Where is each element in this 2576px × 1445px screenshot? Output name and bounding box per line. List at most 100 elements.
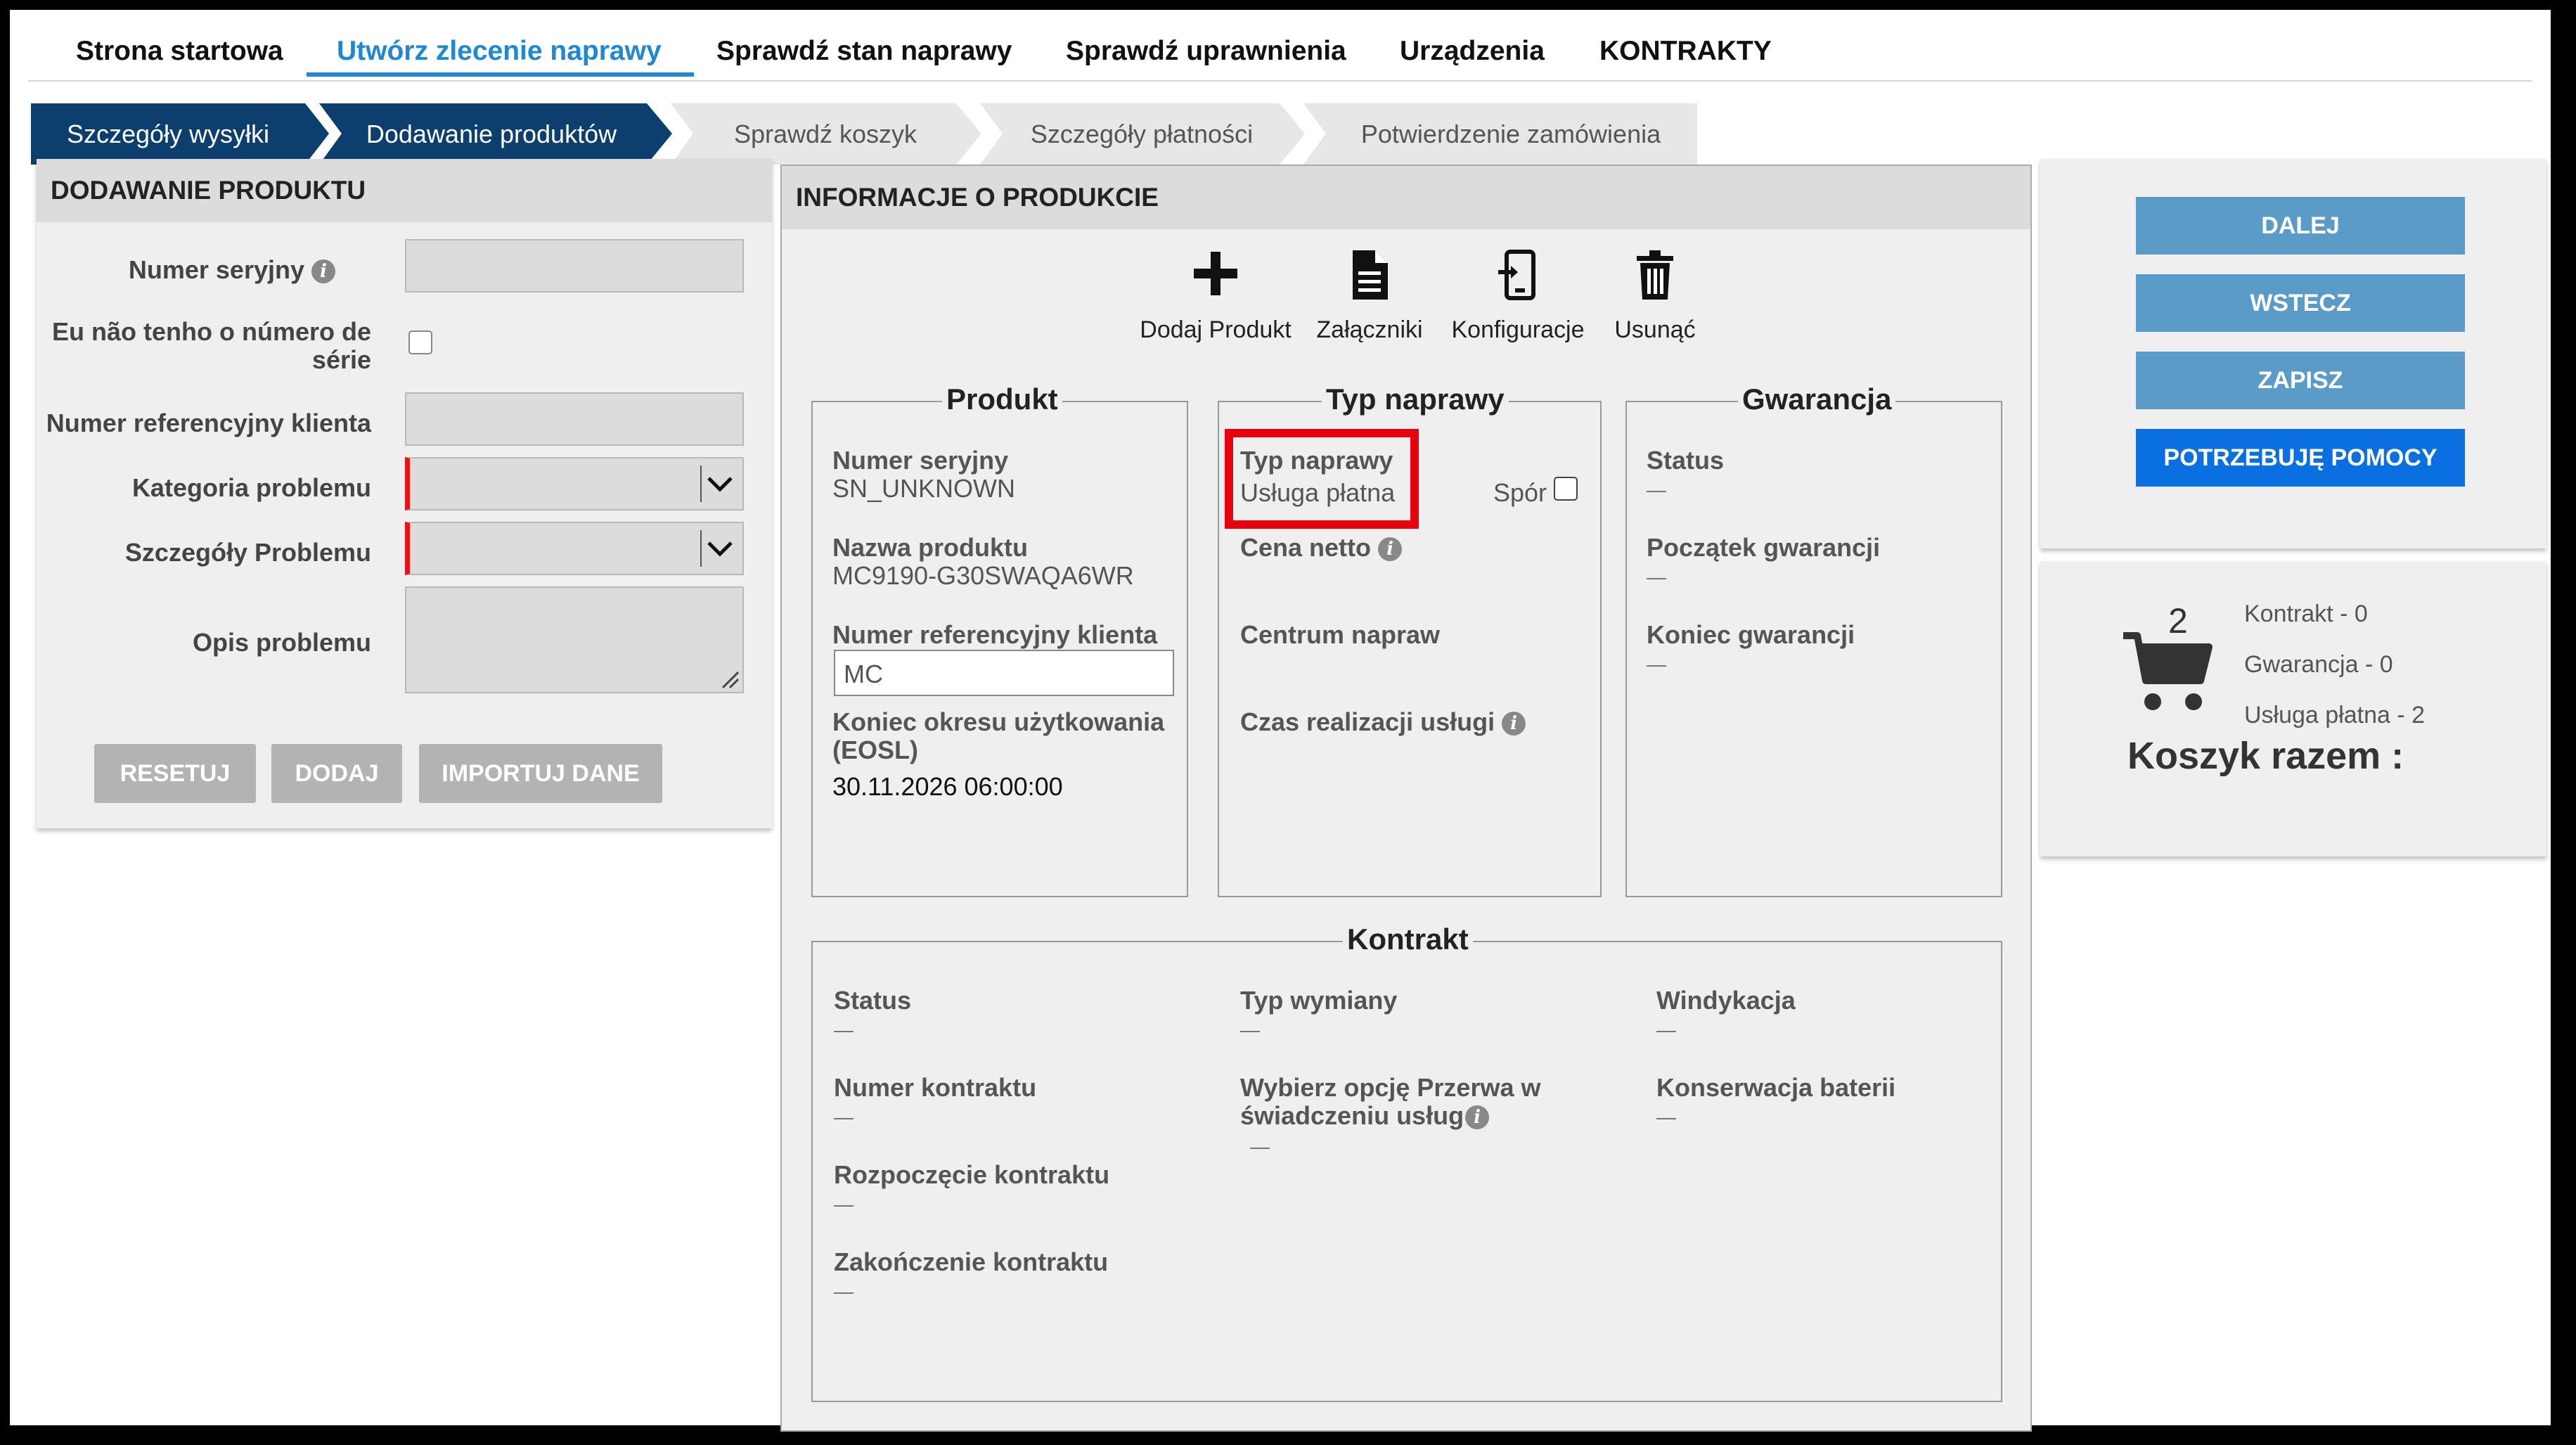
product-name-label: Nazwa produktu [832, 533, 1029, 562]
problem-description-label: Opis problemu [192, 628, 371, 657]
repair-type-box-legend: Typ naprawy [1322, 383, 1509, 416]
empty-value-dash [1656, 1118, 1676, 1119]
remove-tool-label: Usunąć [1614, 316, 1696, 343]
service-break-label-line2: świadczeniu usług i [1240, 1101, 1490, 1131]
product-info-title: INFORMACJE O PRODUKCIE [782, 166, 2030, 229]
empty-value-dash [1647, 578, 1666, 579]
repair-type-value: Usługa płatna [1240, 478, 1396, 507]
contract-status-label: Status [834, 986, 912, 1015]
cart-contract-count: Kontrakt - 0 [2244, 601, 2368, 627]
empty-value-dash [1250, 1148, 1270, 1149]
eosl-value: 30.11.2026 06:00:00 [832, 772, 1063, 801]
repair-center-label: Centrum napraw [1240, 620, 1441, 649]
net-price-label: Cena netto i [1240, 533, 1403, 563]
info-icon[interactable]: i [1502, 712, 1526, 736]
save-button[interactable]: ZAPISZ [2136, 352, 2465, 409]
document-icon [1353, 250, 1388, 300]
empty-value-dash [1656, 1031, 1676, 1032]
add-product-tool[interactable]: Dodaj Produkt [1128, 249, 1303, 344]
customer-ref-label: Numer referencyjny klienta [46, 409, 371, 437]
add-button[interactable]: DODAJ [271, 744, 402, 803]
dispute-label: Spór [1493, 478, 1547, 507]
product-serial-value: SN_UNKNOWN [832, 474, 1016, 503]
import-data-button[interactable]: IMPORTUJ DANE [419, 744, 662, 803]
empty-value-dash [1647, 665, 1666, 667]
product-ref-label: Numer referencyjny klienta [832, 620, 1158, 649]
product-serial-label: Numer seryjny [832, 446, 1009, 475]
empty-value-dash [834, 1292, 854, 1294]
eosl-label-line1: Koniec okresu użytkowania [832, 707, 1165, 736]
app-window: Strona startowa Utwórz zlecenie naprawy … [10, 10, 2551, 1432]
configurations-tool-label: Konfiguracje [1451, 316, 1585, 343]
cart-count: 2 [2168, 601, 2188, 641]
warranty-box-legend: Gwarancja [1738, 383, 1896, 416]
empty-value-dash [1647, 491, 1666, 492]
contract-number-label: Numer kontraktu [834, 1073, 1037, 1102]
contract-end-label: Zakończenie kontraktu [834, 1247, 1109, 1276]
cart-paid-service-count: Usługa płatna - 2 [2244, 702, 2426, 728]
contract-start-label: Rozpoczęcie kontraktu [834, 1160, 1110, 1189]
info-icon[interactable]: i [1465, 1105, 1490, 1130]
problem-category-label: Kategoria problemu [131, 473, 371, 502]
serial-number-input[interactable] [405, 239, 744, 293]
cart-total-label: Koszyk razem : [2127, 735, 2404, 777]
reset-button[interactable]: RESETUJ [94, 744, 256, 803]
empty-value-dash [1240, 1031, 1260, 1032]
configurations-tool[interactable]: Konfiguracje [1444, 249, 1592, 344]
cart-warranty-count: Gwarancja - 0 [2244, 651, 2393, 678]
problem-description-textarea[interactable] [405, 586, 744, 693]
step-check-cart[interactable]: Sprawdź koszyk [695, 103, 955, 165]
back-button[interactable]: WSTECZ [2136, 274, 2465, 332]
empty-value-dash [834, 1118, 854, 1119]
problem-category-select[interactable] [405, 457, 744, 510]
warranty-start-label: Początek gwarancji [1647, 533, 1881, 562]
service-time-label-text: Czas realizacji usługi [1240, 707, 1495, 736]
eosl-label-line2: (EOSL) [832, 736, 918, 764]
no-serial-label-line1: Eu não tenho o número de [51, 317, 371, 346]
no-serial-checkbox[interactable] [408, 330, 432, 354]
step-payment-details[interactable]: Szczegóły płatności [1005, 103, 1279, 165]
problem-details-select[interactable] [405, 522, 744, 575]
problem-details-label: Szczegóły Problemu [124, 538, 371, 567]
need-help-button[interactable]: POTRZEBUJĘ POMOCY [2136, 429, 2465, 487]
resize-handle-icon[interactable] [719, 668, 740, 689]
customer-ref-input[interactable] [405, 392, 744, 446]
info-icon[interactable]: i [311, 259, 335, 284]
info-icon[interactable]: i [1378, 537, 1403, 562]
select-divider [700, 465, 702, 502]
product-name-value: MC9190-G30SWAQA6WR [832, 561, 1134, 590]
step-order-confirmation[interactable]: Potwierdzenie zamówienia [1328, 103, 1694, 165]
product-box-legend: Produkt [942, 383, 1062, 416]
step-shipping-details[interactable]: Szczegóły wysyłki [31, 103, 305, 165]
recovery-label: Windykacja [1656, 986, 1796, 1015]
add-product-title: DODAWANIE PRODUKTU [37, 159, 772, 222]
battery-maintenance-label: Konserwacja baterii [1656, 1073, 1896, 1102]
add-product-tool-label: Dodaj Produkt [1140, 316, 1292, 343]
empty-value-dash [834, 1031, 854, 1032]
service-time-label: Czas realizacji usługi i [1240, 707, 1526, 737]
service-break-label-text: świadczeniu usług [1240, 1101, 1464, 1130]
plus-icon [1194, 252, 1237, 295]
exchange-type-label: Typ wymiany [1240, 986, 1398, 1015]
service-break-label-line1: Wybierz opcję Przerwa w [1240, 1073, 1541, 1102]
empty-value-dash [834, 1205, 854, 1207]
device-config-icon [1498, 250, 1535, 300]
serial-number-label-text: Numer seryjny [128, 255, 304, 284]
step-add-products[interactable]: Dodawanie produktów [340, 103, 643, 165]
chevron-down-icon [707, 541, 733, 557]
attachments-tool-label: Załączniki [1316, 316, 1423, 343]
trash-icon [1637, 250, 1673, 300]
attachments-tool[interactable]: Załączniki [1303, 249, 1436, 344]
remove-tool[interactable]: Usunąć [1606, 249, 1704, 344]
product-ref-input[interactable]: MC [834, 650, 1174, 696]
chevron-down-icon [707, 477, 733, 492]
next-button[interactable]: DALEJ [2136, 197, 2465, 255]
no-serial-label-line2: série [311, 345, 371, 374]
dispute-checkbox[interactable] [1554, 477, 1578, 501]
net-price-label-text: Cena netto [1240, 533, 1372, 562]
product-ref-value: MC [844, 660, 883, 688]
no-serial-label: Eu não tenho o número de série [52, 318, 371, 374]
select-divider [700, 530, 702, 567]
warranty-status-label: Status [1647, 446, 1725, 475]
contract-box-legend: Kontrakt [1343, 923, 1473, 956]
